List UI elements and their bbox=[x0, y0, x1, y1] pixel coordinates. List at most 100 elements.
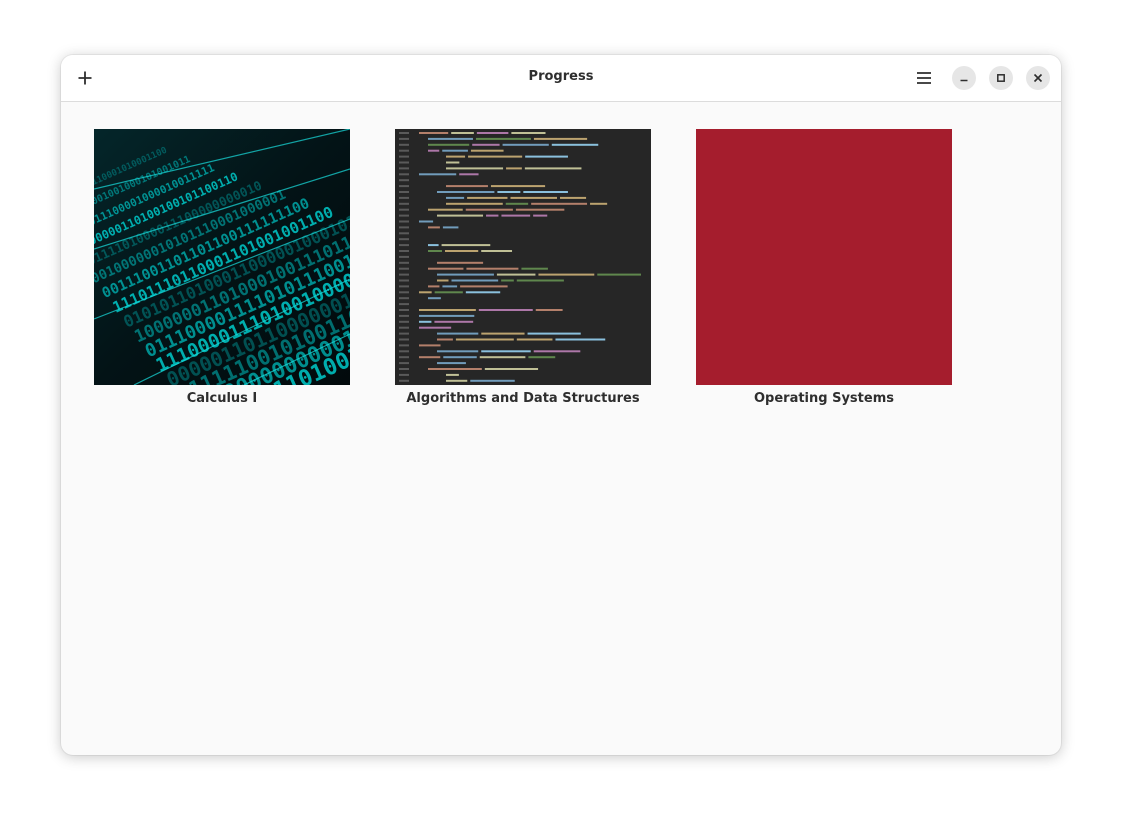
code-token-stroke bbox=[538, 273, 595, 276]
line-number-stroke bbox=[399, 285, 409, 288]
code-token-stroke bbox=[551, 143, 599, 146]
code-token-stroke bbox=[516, 338, 553, 341]
line-number-stroke bbox=[399, 368, 409, 370]
board-card-calculus[interactable]: 0100010110011000101000110010011001001001… bbox=[94, 129, 350, 406]
code-token-stroke bbox=[437, 338, 453, 341]
line-number-stroke bbox=[399, 379, 409, 382]
code-token-stroke bbox=[419, 326, 452, 329]
close-icon bbox=[1033, 73, 1043, 83]
code-token-stroke bbox=[531, 202, 588, 205]
line-number-stroke bbox=[399, 167, 409, 170]
line-number-stroke bbox=[399, 255, 409, 258]
line-number-stroke bbox=[399, 244, 409, 247]
code-token-stroke bbox=[511, 132, 546, 134]
board-card-operating-systems[interactable]: Operating Systems bbox=[696, 129, 952, 406]
line-number-stroke bbox=[399, 179, 409, 182]
code-token-stroke bbox=[475, 137, 531, 140]
code-token-stroke bbox=[441, 244, 491, 247]
line-number-stroke bbox=[399, 309, 409, 311]
code-token-stroke bbox=[428, 368, 482, 370]
line-number-stroke bbox=[399, 226, 409, 229]
board-thumbnail[interactable] bbox=[395, 129, 651, 385]
code-token-stroke bbox=[484, 368, 539, 370]
code-token-stroke bbox=[443, 356, 477, 359]
line-number-stroke bbox=[399, 261, 409, 264]
board-thumbnail[interactable]: 0100010110011000101000110010011001001001… bbox=[94, 129, 350, 385]
code-token-stroke bbox=[437, 261, 484, 264]
maximize-icon bbox=[997, 74, 1005, 82]
code-token-stroke bbox=[590, 202, 608, 205]
code-token-stroke bbox=[437, 273, 494, 276]
line-number-stroke bbox=[399, 185, 409, 188]
code-token-stroke bbox=[419, 356, 441, 359]
minimize-button[interactable] bbox=[952, 66, 976, 90]
line-number-stroke bbox=[399, 291, 409, 294]
code-token-stroke bbox=[419, 132, 449, 134]
code-token-stroke bbox=[428, 208, 463, 211]
code-token-stroke bbox=[470, 379, 515, 382]
solid-color-image bbox=[696, 129, 952, 385]
line-number-stroke bbox=[399, 373, 409, 376]
code-token-stroke bbox=[428, 149, 440, 152]
code-token-stroke bbox=[560, 196, 587, 199]
code-token-stroke bbox=[437, 332, 479, 335]
code-token-stroke bbox=[516, 279, 564, 282]
code-token-stroke bbox=[467, 196, 508, 199]
line-number-stroke bbox=[399, 161, 409, 164]
code-token-stroke bbox=[468, 155, 523, 158]
line-number-stroke bbox=[399, 362, 409, 365]
board-thumbnail[interactable] bbox=[696, 129, 952, 385]
app-window: Progress 11100000110100100101100110 0011… bbox=[61, 55, 1061, 755]
code-token-stroke bbox=[524, 167, 582, 170]
code-token-stroke bbox=[437, 279, 449, 282]
code-token-stroke bbox=[506, 167, 522, 170]
code-token-stroke bbox=[533, 137, 588, 140]
code-token-stroke bbox=[481, 250, 513, 252]
code-token-stroke bbox=[419, 291, 432, 294]
line-number-stroke bbox=[399, 297, 409, 300]
code-token-stroke bbox=[523, 191, 568, 193]
main-menu-button[interactable] bbox=[910, 64, 938, 92]
line-number-stroke bbox=[399, 143, 409, 146]
code-token-stroke bbox=[446, 379, 468, 382]
code-token-stroke bbox=[505, 202, 529, 205]
board-title: Algorithms and Data Structures bbox=[406, 391, 640, 406]
line-number-stroke bbox=[399, 267, 409, 270]
line-number-stroke bbox=[399, 320, 409, 323]
line-number-stroke bbox=[399, 196, 409, 199]
code-token-stroke bbox=[597, 273, 641, 276]
line-number-stroke bbox=[399, 250, 409, 252]
code-token-stroke bbox=[466, 267, 519, 270]
code-token-stroke bbox=[481, 350, 531, 353]
maximize-button[interactable] bbox=[989, 66, 1013, 90]
line-number-stroke bbox=[399, 137, 409, 140]
code-token-stroke bbox=[525, 155, 568, 158]
board-title: Operating Systems bbox=[753, 391, 894, 406]
code-token-stroke bbox=[486, 214, 499, 217]
code-token-stroke bbox=[446, 196, 465, 199]
code-token-stroke bbox=[490, 185, 546, 188]
code-token-stroke bbox=[510, 196, 558, 199]
board-title: Calculus I bbox=[186, 391, 258, 406]
line-number-stroke bbox=[399, 332, 409, 335]
line-number-stroke bbox=[399, 214, 409, 217]
code-token-stroke bbox=[419, 344, 441, 347]
code-token-stroke bbox=[437, 350, 479, 353]
code-token-stroke bbox=[446, 161, 460, 164]
line-number-stroke bbox=[399, 356, 409, 359]
board-card-algorithms[interactable]: Algorithms and Data Structures bbox=[395, 129, 651, 406]
code-token-stroke bbox=[446, 155, 466, 158]
code-token-stroke bbox=[459, 173, 479, 176]
line-number-stroke bbox=[399, 344, 409, 347]
line-number-stroke bbox=[399, 238, 409, 241]
code-token-stroke bbox=[428, 143, 470, 146]
code-token-stroke bbox=[446, 185, 488, 188]
source-code-image bbox=[395, 129, 651, 385]
code-token-stroke bbox=[442, 226, 459, 229]
code-token-stroke bbox=[437, 362, 466, 365]
code-token-stroke bbox=[428, 226, 440, 229]
code-token-stroke bbox=[428, 297, 441, 300]
code-token-stroke bbox=[451, 132, 474, 134]
close-button[interactable] bbox=[1026, 66, 1050, 90]
code-token-stroke bbox=[533, 350, 581, 353]
